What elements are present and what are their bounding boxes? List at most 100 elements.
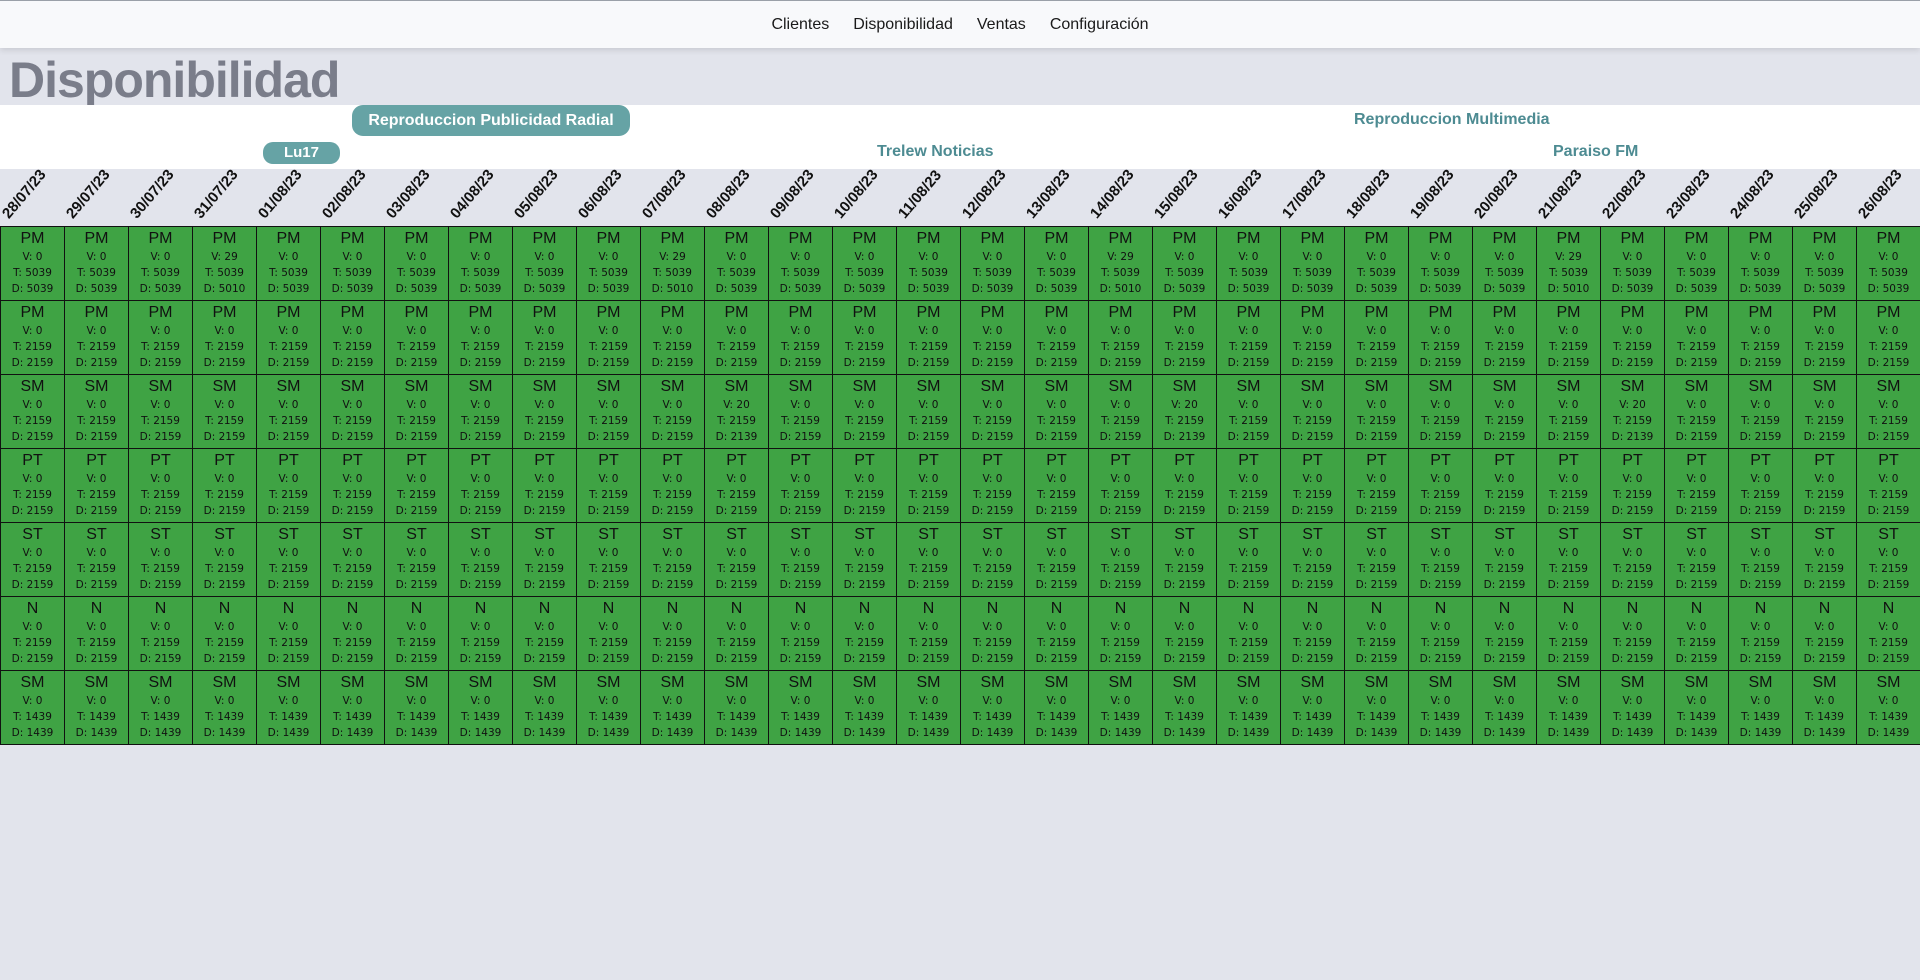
slot-cell[interactable]: ST V: 0 T: 2159 D: 2159 [321,523,385,597]
slot-cell[interactable]: N V: 0 T: 2159 D: 2159 [1409,597,1473,671]
slot-cell[interactable]: ST V: 0 T: 2159 D: 2159 [385,523,449,597]
slot-cell[interactable]: SM V: 0 T: 2159 D: 2159 [1,375,65,449]
slot-cell[interactable]: N V: 0 T: 2159 D: 2159 [577,597,641,671]
slot-cell[interactable]: PT V: 0 T: 2159 D: 2159 [321,449,385,523]
slot-cell[interactable]: N V: 0 T: 2159 D: 2159 [641,597,705,671]
slot-cell[interactable]: PM V: 0 T: 2159 D: 2159 [1217,301,1281,375]
slot-cell[interactable]: N V: 0 T: 2159 D: 2159 [1,597,65,671]
slot-cell[interactable]: N V: 0 T: 2159 D: 2159 [321,597,385,671]
slot-cell[interactable]: ST V: 0 T: 2159 D: 2159 [1345,523,1409,597]
nav-link-disponibilidad[interactable]: Disponibilidad [853,16,953,34]
slot-cell[interactable]: SM V: 0 T: 1439 D: 1439 [65,671,129,745]
slot-cell[interactable]: PM V: 0 T: 2159 D: 2159 [641,301,705,375]
slot-cell[interactable]: PM V: 0 T: 2159 D: 2159 [1409,301,1473,375]
slot-cell[interactable]: ST V: 0 T: 2159 D: 2159 [833,523,897,597]
slot-cell[interactable]: SM V: 0 T: 2159 D: 2159 [1665,375,1729,449]
slot-cell[interactable]: SM V: 0 T: 2159 D: 2159 [1473,375,1537,449]
slot-cell[interactable]: N V: 0 T: 2159 D: 2159 [513,597,577,671]
slot-cell[interactable]: ST V: 0 T: 2159 D: 2159 [705,523,769,597]
slot-cell[interactable]: PT V: 0 T: 2159 D: 2159 [961,449,1025,523]
nav-link-clientes[interactable]: Clientes [771,16,829,34]
slot-cell[interactable]: SM V: 0 T: 1439 D: 1439 [1409,671,1473,745]
slot-cell[interactable]: PM V: 0 T: 2159 D: 2159 [1025,301,1089,375]
slot-cell[interactable]: PM V: 0 T: 5039 D: 5039 [769,227,833,301]
slot-cell[interactable]: SM V: 20 T: 2159 D: 2139 [1601,375,1665,449]
slot-cell[interactable]: SM V: 0 T: 1439 D: 1439 [897,671,961,745]
slot-cell[interactable]: PT V: 0 T: 2159 D: 2159 [1153,449,1217,523]
slot-cell[interactable]: PT V: 0 T: 2159 D: 2159 [1025,449,1089,523]
slot-cell[interactable]: N V: 0 T: 2159 D: 2159 [769,597,833,671]
slot-cell[interactable]: PM V: 0 T: 5039 D: 5039 [1,227,65,301]
slot-cell[interactable]: ST V: 0 T: 2159 D: 2159 [129,523,193,597]
slot-cell[interactable]: N V: 0 T: 2159 D: 2159 [833,597,897,671]
slot-cell[interactable]: ST V: 0 T: 2159 D: 2159 [1729,523,1793,597]
slot-cell[interactable]: ST V: 0 T: 2159 D: 2159 [897,523,961,597]
slot-cell[interactable]: SM V: 0 T: 2159 D: 2159 [257,375,321,449]
slot-cell[interactable]: PT V: 0 T: 2159 D: 2159 [1217,449,1281,523]
slot-cell[interactable]: PM V: 0 T: 5039 D: 5039 [1345,227,1409,301]
slot-cell[interactable]: SM V: 0 T: 1439 D: 1439 [129,671,193,745]
slot-cell[interactable]: PT V: 0 T: 2159 D: 2159 [129,449,193,523]
slot-cell[interactable]: SM V: 0 T: 2159 D: 2159 [833,375,897,449]
slot-cell[interactable]: SM V: 0 T: 1439 D: 1439 [1473,671,1537,745]
slot-cell[interactable]: SM V: 0 T: 2159 D: 2159 [1025,375,1089,449]
slot-cell[interactable]: PM V: 0 T: 5039 D: 5039 [257,227,321,301]
slot-cell[interactable]: ST V: 0 T: 2159 D: 2159 [257,523,321,597]
slot-cell[interactable]: PT V: 0 T: 2159 D: 2159 [1729,449,1793,523]
slot-cell[interactable]: SM V: 0 T: 1439 D: 1439 [1281,671,1345,745]
slot-cell[interactable]: PM V: 0 T: 5039 D: 5039 [705,227,769,301]
slot-cell[interactable]: PM V: 0 T: 5039 D: 5039 [897,227,961,301]
slot-cell[interactable]: SM V: 0 T: 1439 D: 1439 [257,671,321,745]
slot-cell[interactable]: PM V: 0 T: 5039 D: 5039 [1217,227,1281,301]
slot-cell[interactable]: N V: 0 T: 2159 D: 2159 [257,597,321,671]
slot-cell[interactable]: PM V: 0 T: 2159 D: 2159 [449,301,513,375]
slot-cell[interactable]: PM V: 0 T: 2159 D: 2159 [769,301,833,375]
slot-cell[interactable]: PM V: 0 T: 5039 D: 5039 [65,227,129,301]
slot-cell[interactable]: ST V: 0 T: 2159 D: 2159 [1665,523,1729,597]
slot-cell[interactable]: ST V: 0 T: 2159 D: 2159 [961,523,1025,597]
slot-cell[interactable]: N V: 0 T: 2159 D: 2159 [897,597,961,671]
slot-cell[interactable]: PT V: 0 T: 2159 D: 2159 [897,449,961,523]
slot-cell[interactable]: N V: 0 T: 2159 D: 2159 [1729,597,1793,671]
slot-cell[interactable]: ST V: 0 T: 2159 D: 2159 [1473,523,1537,597]
slot-cell[interactable]: PT V: 0 T: 2159 D: 2159 [1601,449,1665,523]
slot-cell[interactable]: N V: 0 T: 2159 D: 2159 [193,597,257,671]
slot-cell[interactable]: ST V: 0 T: 2159 D: 2159 [1,523,65,597]
slot-cell[interactable]: SM V: 0 T: 2159 D: 2159 [385,375,449,449]
slot-cell[interactable]: PT V: 0 T: 2159 D: 2159 [385,449,449,523]
slot-cell[interactable]: PT V: 0 T: 2159 D: 2159 [257,449,321,523]
slot-cell[interactable]: SM V: 20 T: 2159 D: 2139 [1153,375,1217,449]
slot-cell[interactable]: PT V: 0 T: 2159 D: 2159 [769,449,833,523]
slot-cell[interactable]: N V: 0 T: 2159 D: 2159 [1025,597,1089,671]
slot-cell[interactable]: SM V: 0 T: 1439 D: 1439 [1665,671,1729,745]
slot-cell[interactable]: SM V: 0 T: 1439 D: 1439 [1537,671,1601,745]
slot-cell[interactable]: PM V: 0 T: 2159 D: 2159 [129,301,193,375]
slot-cell[interactable]: SM V: 0 T: 2159 D: 2159 [1857,375,1920,449]
slot-cell[interactable]: PM V: 0 T: 2159 D: 2159 [1473,301,1537,375]
slot-cell[interactable]: PT V: 0 T: 2159 D: 2159 [1,449,65,523]
slot-cell[interactable]: SM V: 0 T: 1439 D: 1439 [1729,671,1793,745]
slot-cell[interactable]: PT V: 0 T: 2159 D: 2159 [193,449,257,523]
slot-cell[interactable]: N V: 0 T: 2159 D: 2159 [1473,597,1537,671]
slot-cell[interactable]: PM V: 29 T: 5039 D: 5010 [193,227,257,301]
slot-cell[interactable]: SM V: 0 T: 1439 D: 1439 [577,671,641,745]
slot-cell[interactable]: PM V: 0 T: 2159 D: 2159 [577,301,641,375]
slot-cell[interactable]: SM V: 0 T: 2159 D: 2159 [513,375,577,449]
slot-cell[interactable]: PM V: 0 T: 2159 D: 2159 [65,301,129,375]
slot-cell[interactable]: PM V: 0 T: 2159 D: 2159 [1,301,65,375]
slot-cell[interactable]: ST V: 0 T: 2159 D: 2159 [1793,523,1857,597]
slot-cell[interactable]: PM V: 0 T: 5039 D: 5039 [961,227,1025,301]
slot-cell[interactable]: PM V: 0 T: 2159 D: 2159 [321,301,385,375]
slot-cell[interactable]: PM V: 0 T: 5039 D: 5039 [577,227,641,301]
slot-cell[interactable]: PM V: 0 T: 2159 D: 2159 [1089,301,1153,375]
slot-cell[interactable]: PM V: 0 T: 2159 D: 2159 [1281,301,1345,375]
slot-cell[interactable]: PM V: 0 T: 5039 D: 5039 [1857,227,1920,301]
slot-cell[interactable]: SM V: 0 T: 2159 D: 2159 [769,375,833,449]
slot-cell[interactable]: PM V: 0 T: 2159 D: 2159 [705,301,769,375]
slot-cell[interactable]: SM V: 0 T: 1439 D: 1439 [833,671,897,745]
slot-cell[interactable]: SM V: 0 T: 2159 D: 2159 [641,375,705,449]
slot-cell[interactable]: SM V: 0 T: 1439 D: 1439 [1,671,65,745]
slot-cell[interactable]: ST V: 0 T: 2159 D: 2159 [1281,523,1345,597]
slot-cell[interactable]: N V: 0 T: 2159 D: 2159 [1793,597,1857,671]
slot-cell[interactable]: PM V: 0 T: 2159 D: 2159 [1153,301,1217,375]
